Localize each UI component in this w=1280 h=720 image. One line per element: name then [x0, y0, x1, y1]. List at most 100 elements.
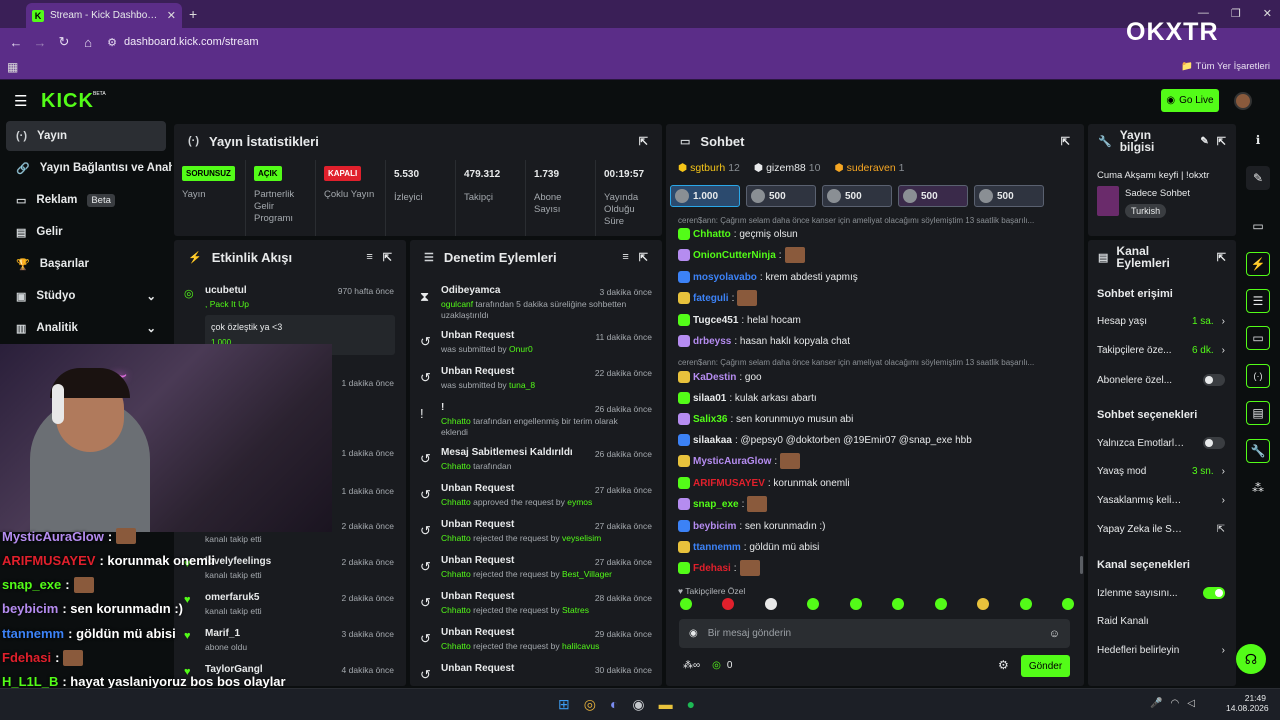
top-gifter[interactable]: ⬢ sgtburh 12 [678, 162, 740, 174]
pinned-gift[interactable]: 500 [974, 185, 1044, 207]
wifi-icon[interactable]: ◠ [1170, 698, 1179, 709]
popout-icon[interactable]: ⇱ [1061, 135, 1070, 148]
list-icon[interactable]: ☰ [1246, 289, 1270, 313]
home-icon[interactable]: ⌂ [76, 35, 100, 50]
chat-message[interactable]: snap_exe: [678, 495, 1078, 513]
popout-icon[interactable]: ⇱ [383, 251, 392, 264]
support-button[interactable]: ☊ [1236, 644, 1266, 674]
url-field[interactable]: dashboard.kick.com/stream [124, 36, 259, 48]
chat-message[interactable]: Tugce451: helal hocam [678, 311, 1078, 329]
info-icon[interactable]: ℹ [1246, 128, 1270, 152]
sidebar-item-studio[interactable]: ▣ Stüdyo ⌄ [6, 281, 166, 311]
toggle[interactable] [1203, 437, 1225, 449]
new-tab-button[interactable]: + [189, 6, 197, 22]
emote-icon[interactable] [892, 598, 905, 610]
menu-icon[interactable]: ☰ [14, 92, 27, 110]
camera-icon[interactable]: ▭ [1246, 214, 1270, 238]
setting-row[interactable]: Hesap yaşı 1 sa. › [1097, 316, 1225, 327]
edit-icon[interactable]: ✎ [1200, 136, 1208, 147]
broadcast-icon[interactable]: (·) [1246, 364, 1270, 388]
chat-username[interactable]: drbeyss [693, 336, 731, 347]
sidebar-item-ads[interactable]: ▭ Reklam Beta [6, 185, 166, 215]
popout-icon[interactable]: ⇱ [1217, 251, 1226, 264]
edit-icon[interactable]: ✎ [1246, 166, 1270, 190]
chat-message[interactable]: Salix36: sen korunmuyo musun abi [678, 410, 1078, 428]
setting-row[interactable]: Yalnızca Emotlarla... [1097, 437, 1225, 449]
top-gifter[interactable]: ⬢ gizem88 10 [754, 162, 821, 174]
chat-username[interactable]: OnionCutterNinja [693, 250, 776, 261]
emoji-icon[interactable]: ☺ [1049, 628, 1060, 640]
pinned-gift[interactable]: 500 [822, 185, 892, 207]
chat-username[interactable]: MysticAuraGlow [693, 456, 771, 467]
folder-icon[interactable]: ▬ [659, 696, 673, 713]
chat-message[interactable]: ARIFMUSAYEV: korunmak onemli [678, 474, 1078, 492]
sidebar-item-link[interactable]: 🔗Yayın Bağlantısı ve Anahtarı [6, 153, 172, 183]
chat-message[interactable]: fateguli: [678, 289, 1078, 307]
windows-start-icon[interactable]: ⊞ [558, 696, 570, 713]
all-bookmarks[interactable]: 📁 Tüm Yer İşaretleri [1181, 61, 1270, 72]
sidebar-item-analytics[interactable]: ▥ Analitik ⌄ [6, 313, 166, 343]
settings-gear-icon[interactable]: ⚙ [998, 658, 1009, 672]
chat-username[interactable]: beybicim [693, 521, 736, 532]
popout-icon[interactable]: ⇱ [639, 251, 648, 264]
chat-username[interactable]: silaa01 [693, 393, 726, 404]
setting-row[interactable]: Yavaş mod 3 sn. › [1097, 466, 1225, 477]
filter-icon[interactable]: ≡ [366, 251, 372, 263]
toggle[interactable] [1203, 587, 1225, 599]
chat-username[interactable]: ARIFMUSAYEV [693, 478, 765, 489]
go-live-button[interactable]: ◉ Go Live [1161, 89, 1219, 112]
toggle[interactable] [1203, 374, 1225, 386]
clock[interactable]: 21:49 14.08.2026 [1226, 693, 1269, 713]
setting-row[interactable]: Yapay Zeka ile Sohbe... ⇱ [1097, 524, 1225, 535]
send-button[interactable]: Gönder [1021, 655, 1070, 677]
chat-message[interactable]: ttannemm: göldün mü abisi [678, 538, 1078, 556]
gift-icon[interactable]: ⁂∞ [683, 660, 700, 671]
chat-username[interactable]: Tugce451 [693, 315, 738, 326]
chat-username[interactable]: KaDestin [693, 372, 736, 383]
avatar[interactable] [1234, 92, 1252, 110]
chat-message[interactable]: mosyolavabo: krem abdesti yapmış [678, 268, 1078, 286]
setting-row[interactable]: Yasaklanmış kelimeler › [1097, 495, 1225, 506]
chat-message[interactable]: MysticAuraGlow: [678, 452, 1078, 470]
setting-row[interactable]: Hedefleri belirleyin › [1097, 645, 1225, 656]
browser-tab[interactable]: K Stream - Kick Dashboard ✕ [26, 3, 182, 28]
back-icon[interactable]: ← [4, 35, 28, 50]
chat-username[interactable]: Salix36 [693, 414, 727, 425]
emote-icon[interactable] [722, 598, 735, 610]
site-info-icon[interactable]: ⚙ [100, 36, 124, 49]
close-tab-icon[interactable]: ✕ [167, 9, 176, 22]
scrollbar[interactable] [1080, 556, 1083, 574]
chat-message[interactable]: silaa01: kulak arkası abartı [678, 389, 1078, 407]
mic-icon[interactable]: 🎤 [1150, 698, 1162, 709]
emote-icon[interactable] [1019, 598, 1032, 610]
emote-icon[interactable] [849, 598, 862, 610]
pinned-gift[interactable]: 500 [898, 185, 968, 207]
chat-message[interactable]: silaakaa: @pepsy0 @doktorben @19Emir07 @… [678, 431, 1078, 449]
emote-icon[interactable] [1061, 598, 1074, 610]
steam-icon[interactable]: ◉ [632, 696, 644, 713]
sidebar-item-yayin[interactable]: (·) Yayın [6, 121, 166, 151]
top-gifter[interactable]: ⬢ suderaven 1 [834, 162, 904, 174]
setting-row[interactable]: Takipçilere öze... 6 dk. › [1097, 345, 1225, 356]
chat-username[interactable]: ttannemm [693, 542, 741, 553]
discord-icon[interactable]: ◐ [610, 696, 618, 713]
setting-row[interactable]: İzlenme sayısını... [1097, 587, 1225, 599]
chat-username[interactable]: silaakaa [693, 435, 732, 446]
forward-icon[interactable]: → [28, 35, 52, 50]
chrome-icon[interactable]: ◎ [584, 696, 596, 713]
chat-message[interactable]: Chhatto: geçmiş olsun [678, 225, 1078, 243]
sidebar-item-achievements[interactable]: 🏆 Başarılar [6, 249, 166, 279]
emote-icon[interactable] [807, 598, 820, 610]
setting-row[interactable]: Raid Kanalı [1097, 616, 1225, 627]
chat-input[interactable]: ◉ Bir mesaj gönderin ☺ [679, 619, 1070, 648]
kick-logo[interactable]: KICK [41, 90, 94, 113]
emote-icon[interactable] [934, 598, 947, 610]
filter-icon[interactable]: ≡ [622, 251, 628, 263]
chat-message[interactable]: beybicim: sen korunmadın :) [678, 517, 1078, 535]
chat-username[interactable]: mosyolavabo [693, 272, 757, 283]
points-icon[interactable]: ◎ [712, 660, 721, 671]
popout-icon[interactable]: ⇱ [1217, 135, 1226, 148]
chat-username[interactable]: fateguli [693, 293, 729, 304]
popout-icon[interactable]: ⇱ [639, 135, 648, 148]
reload-icon[interactable]: ↻ [52, 34, 76, 50]
